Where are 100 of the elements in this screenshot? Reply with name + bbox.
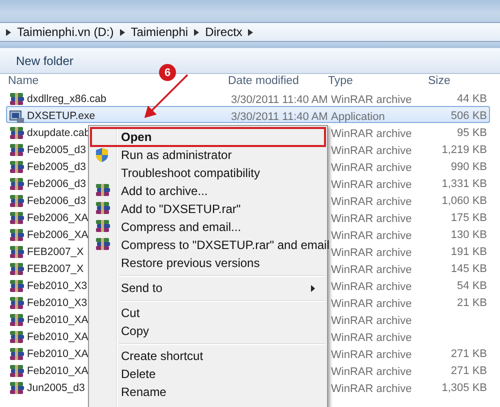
column-header[interactable]: Date modified	[228, 75, 328, 89]
archive-icon	[9, 142, 25, 158]
file-name: Feb2010_XA	[27, 314, 88, 326]
date-modified: 3/30/2011 11:40 AM	[231, 111, 328, 123]
file-type: WinRAR archive	[331, 247, 412, 259]
archive-icon	[9, 160, 25, 174]
archive-icon	[9, 126, 25, 140]
file-name: FEB2007_X	[27, 246, 84, 258]
file-name: Feb2005_d3	[27, 144, 86, 156]
submenu-arrow-icon	[311, 285, 315, 292]
file-name: Feb2005_d3	[27, 161, 86, 173]
menu-item[interactable]: Rename	[91, 383, 325, 401]
file-type: WinRAR archive	[331, 349, 412, 361]
file-type: WinRAR archive	[331, 94, 412, 106]
chevron-icon	[6, 28, 11, 36]
file-size: 95 KB	[456, 127, 487, 139]
file-size: 1,060 KB	[440, 195, 487, 207]
file-name: Feb2006_d3	[27, 195, 86, 207]
menu-item[interactable]: Delete	[91, 365, 325, 383]
file-type: WinRAR archive	[331, 162, 412, 174]
file-type: WinRAR archive	[331, 145, 412, 157]
file-type: WinRAR archive	[331, 366, 412, 378]
file-size: 44 KB	[456, 93, 487, 105]
file-type: WinRAR archive	[331, 332, 412, 344]
file-size: 1,219 KB	[440, 144, 487, 156]
column-header[interactable]: Type	[328, 75, 428, 89]
archive-icon	[9, 364, 25, 378]
shield-icon	[95, 147, 109, 163]
archive-icon	[95, 183, 111, 198]
column-header[interactable]: Size	[428, 75, 488, 89]
file-name: DXSETUP.exe	[27, 110, 96, 122]
file-type: WinRAR archive	[331, 196, 412, 208]
file-name: dxdllreg_x86.cab	[27, 93, 106, 105]
menu-item[interactable]: Add to archive...	[91, 182, 325, 200]
archive-icon	[9, 312, 25, 328]
archive-icon	[9, 262, 25, 276]
file-type: WinRAR archive	[331, 179, 412, 191]
archive-icon	[9, 380, 25, 396]
date-modified: 3/30/2011 11:40 AM	[231, 94, 328, 106]
file-type: WinRAR archive	[331, 128, 412, 140]
toolbar-button[interactable]: New folder	[12, 52, 78, 70]
file-size: 54 KB	[456, 280, 487, 292]
file-size: 191 KB	[450, 246, 487, 258]
file-type: WinRAR archive	[331, 298, 412, 310]
chevron-icon	[120, 28, 125, 36]
file-name: Feb2010_XA	[27, 365, 88, 377]
file-size: 1,305 KB	[440, 382, 487, 394]
file-size: 175 KB	[450, 212, 487, 224]
chevron-icon	[194, 28, 200, 36]
file-type: WinRAR archive	[331, 264, 412, 276]
archive-icon	[9, 228, 25, 242]
step-badge: 6	[159, 64, 176, 81]
file-name: Feb2006_d3	[27, 178, 86, 190]
breadcrumb-segment[interactable]: Taimienphi	[130, 25, 188, 39]
file-size: 145 KB	[450, 263, 487, 275]
archive-icon	[9, 278, 25, 294]
file-type: Application	[331, 111, 385, 123]
archive-icon	[9, 244, 25, 260]
archive-icon	[95, 219, 111, 234]
file-name: Feb2006_XA	[27, 229, 88, 241]
chevron-icon	[248, 28, 254, 36]
file-name: Feb2006_XA	[27, 212, 88, 224]
menu-item[interactable]: Cut	[91, 304, 325, 322]
archive-icon	[9, 194, 25, 208]
file-name: FEB2007_X	[27, 263, 84, 275]
file-name: Feb2010_X3	[27, 297, 88, 309]
selected-row[interactable]: DXSETUP.exe 3/30/2011 11:40 AM Application 506 KB	[6, 106, 490, 123]
file-name: Jun2005_d3	[27, 382, 85, 394]
menu-item[interactable]: Send to	[91, 279, 325, 297]
archive-icon	[9, 346, 25, 362]
archive-icon	[9, 92, 25, 106]
file-name: dxupdate.cab	[27, 127, 90, 139]
menu-item[interactable]: Open	[91, 128, 325, 146]
menu-item[interactable]: Troubleshoot compatibility	[91, 164, 325, 182]
file-name: Feb2010_XA	[27, 348, 88, 360]
breadcrumb-segment[interactable]: Directx	[205, 25, 242, 39]
file-name: Feb2010_X3	[27, 280, 88, 292]
file-size: 506 KB	[450, 110, 487, 122]
menu-item[interactable]: Run as administrator	[91, 146, 325, 164]
file-size: 271 KB	[450, 348, 487, 360]
file-type: WinRAR archive	[331, 230, 412, 242]
application-icon	[9, 108, 25, 124]
file-size: 271 KB	[450, 365, 487, 377]
file-size: 990 KB	[450, 161, 487, 173]
file-type: WinRAR archive	[331, 383, 412, 395]
menu-item[interactable]: Create shortcut	[91, 347, 325, 365]
menu-item[interactable]: Restore previous versions	[91, 254, 325, 272]
menu-item[interactable]: Copy	[91, 322, 325, 340]
archive-icon	[9, 330, 25, 344]
menu-item[interactable]: Compress and email...	[91, 218, 325, 236]
file-size: 1,331 KB	[440, 178, 487, 190]
breadcrumb-segment[interactable]: Taimienphi.vn (D:)	[17, 25, 114, 39]
archive-icon	[9, 296, 25, 310]
menu-item[interactable]: Add to "DXSETUP.rar"	[91, 200, 325, 218]
file-name: Feb2010_XA	[27, 331, 88, 343]
file-type: WinRAR archive	[331, 315, 412, 327]
archive-icon	[9, 210, 25, 226]
archive-icon	[9, 176, 25, 192]
archive-icon	[95, 237, 111, 252]
address-bar[interactable]: Taimienphi.vn (D:) Taimienphi Directx	[0, 22, 500, 42]
